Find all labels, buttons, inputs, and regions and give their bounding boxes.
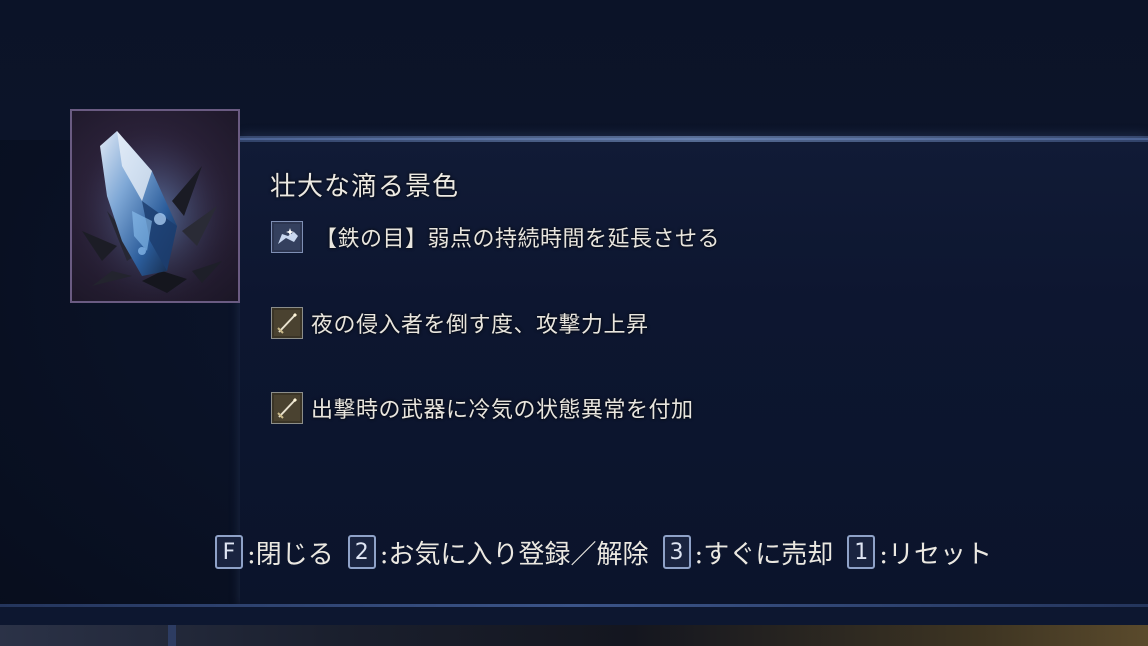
key-1-badge[interactable]: 1 [847, 535, 876, 569]
sell-hint-label: :すぐに売却 [694, 539, 834, 570]
effect-row: 出撃時の武器に冷気の状態異常を付加 [271, 391, 694, 425]
effect-text: 出撃時の武器に冷気の状態異常を付加 [311, 398, 694, 423]
item-image-frame[interactable] [70, 109, 240, 303]
effect-row: 夜の侵入者を倒す度、攻撃力上昇 [271, 306, 649, 340]
favorite-hint-label: :お気に入り登録／解除 [379, 539, 649, 570]
effect-text: 【鉄の目】弱点の持続時間を延長させる [315, 227, 721, 252]
key-3-badge[interactable]: 3 [662, 535, 691, 569]
iron-eye-skill-icon [271, 221, 303, 253]
reset-hint-label: :リセット [879, 539, 993, 570]
panel-top-edge [240, 136, 1148, 142]
item-name: 壮大な滴る景色 [270, 172, 460, 202]
effect-row: 【鉄の目】弱点の持続時間を延長させる [271, 220, 720, 254]
blue-crystal-relic-icon [72, 111, 238, 301]
bottom-strip [0, 607, 1148, 626]
key-f-badge[interactable]: F [215, 535, 243, 569]
sword-icon [271, 392, 303, 424]
effect-text: 夜の侵入者を倒す度、攻撃力上昇 [311, 313, 649, 338]
key-2-badge[interactable]: 2 [347, 535, 376, 569]
close-hint-label: :閉じる [247, 539, 334, 570]
sword-icon [271, 307, 303, 339]
scene-pillar [168, 625, 176, 646]
control-hints: F :閉じる 2 :お気に入り登録／解除 3 :すぐに売却 1 :リセット [215, 532, 1006, 572]
